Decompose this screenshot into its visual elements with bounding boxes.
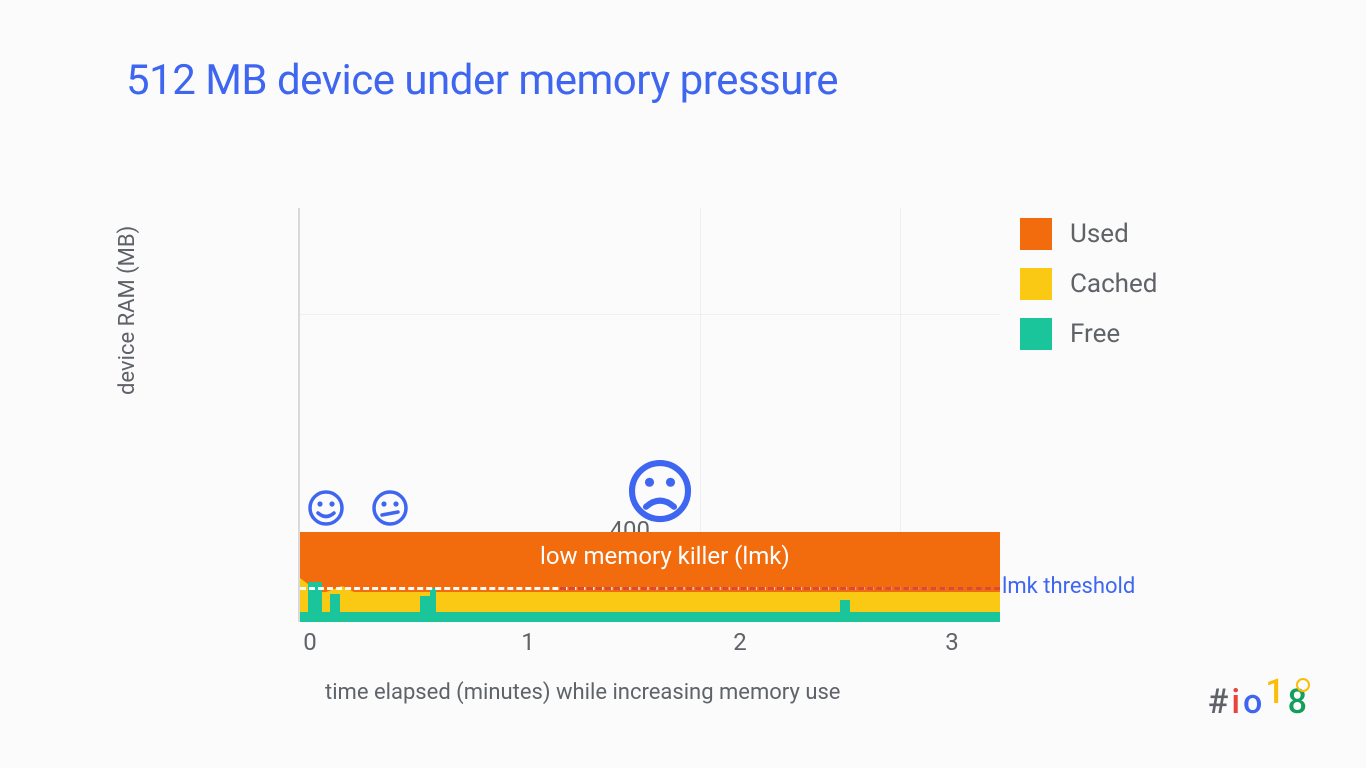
- lmk-threshold-line-active: [560, 587, 1000, 590]
- x-tick-0: 0: [280, 628, 340, 656]
- face-meh-icon: [370, 488, 410, 528]
- legend: Used Cached Free: [1020, 218, 1157, 368]
- series-free: [300, 612, 1000, 622]
- x-axis-label: time elapsed (minutes) while increasing …: [325, 680, 840, 705]
- swatch-free: [1020, 318, 1052, 350]
- lmk-band-label: low memory killer (lmk): [540, 542, 790, 570]
- swatch-cached: [1020, 268, 1052, 300]
- x-tick-2: 2: [710, 628, 770, 656]
- legend-item-used: Used: [1020, 218, 1157, 250]
- lmk-threshold-label: lmk threshold: [1002, 574, 1135, 599]
- face-happy-icon: [306, 488, 346, 528]
- slide-title: 512 MB device under memory pressure: [126, 56, 838, 105]
- x-tick-3: 3: [922, 628, 982, 656]
- swatch-used: [1020, 218, 1052, 250]
- face-sad-icon: [625, 456, 695, 526]
- legend-label-used: Used: [1070, 219, 1129, 249]
- legend-label-free: Free: [1070, 319, 1120, 349]
- y-axis-label: device RAM (MB): [115, 226, 140, 395]
- x-tick-1: 1: [498, 628, 558, 656]
- io18-hashtag-logo: #io18: [1208, 682, 1308, 722]
- plot-area: low memory killer (lmk): [298, 208, 998, 622]
- legend-item-free: Free: [1020, 318, 1157, 350]
- legend-label-cached: Cached: [1070, 269, 1157, 299]
- legend-item-cached: Cached: [1020, 268, 1157, 300]
